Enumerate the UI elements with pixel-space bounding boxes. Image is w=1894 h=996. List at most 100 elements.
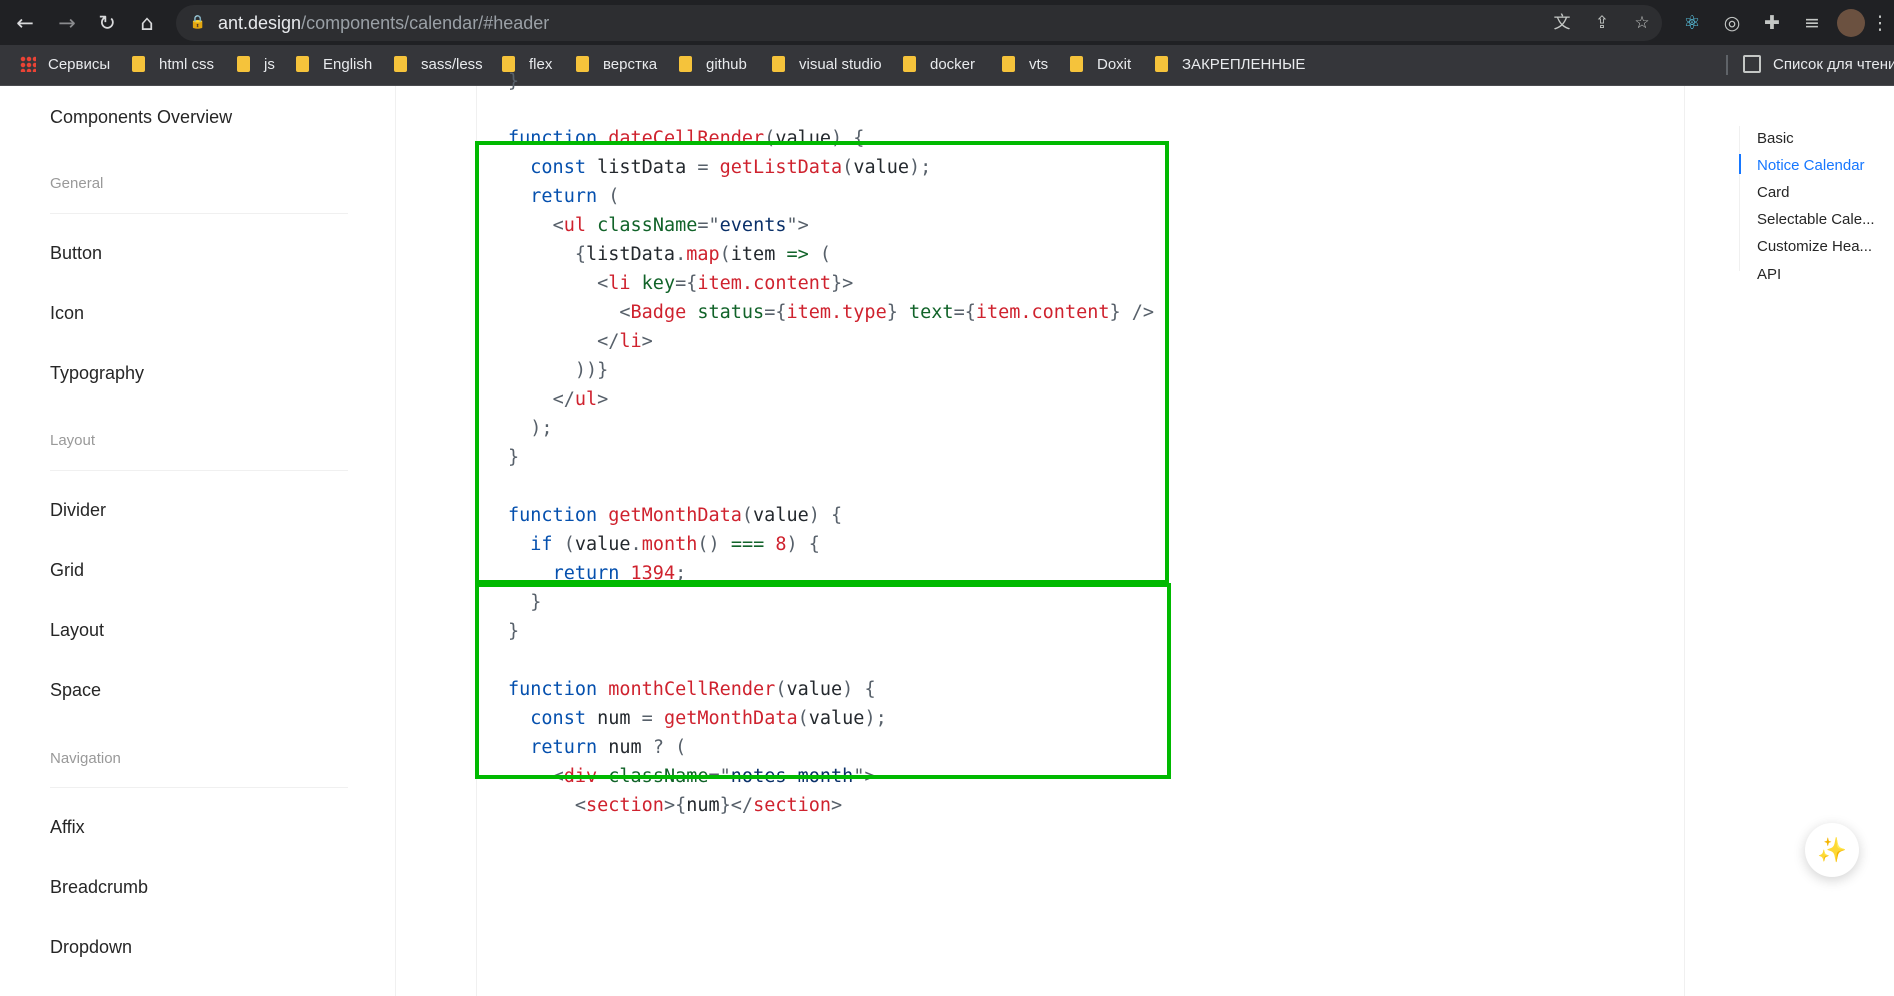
bookmark-label: ЗАКРЕПЛЕННЫЕ bbox=[1182, 56, 1306, 73]
bookmark-apps[interactable]: Сервисы bbox=[20, 45, 110, 85]
code-token: } bbox=[508, 71, 520, 92]
menu-item-grid[interactable]: Grid bbox=[50, 560, 84, 581]
menu-group-general: General bbox=[50, 175, 104, 192]
bookmark-folder[interactable]: верстка bbox=[576, 45, 657, 85]
toc-rail bbox=[1739, 126, 1740, 271]
folder-icon bbox=[903, 56, 916, 73]
menu-item-space[interactable]: Space bbox=[50, 680, 101, 701]
toc-item-notice-calendar[interactable]: Notice Calendar bbox=[1757, 157, 1865, 174]
reload-icon[interactable]: ↻ bbox=[92, 8, 122, 38]
reading-list-icon bbox=[1743, 55, 1761, 74]
highlight-box bbox=[475, 583, 1171, 779]
folder-icon bbox=[132, 56, 145, 73]
toc-item-card[interactable]: Card bbox=[1757, 184, 1790, 201]
bookmark-folder[interactable]: ЗАКРЕПЛЕННЫЕ bbox=[1155, 45, 1305, 85]
menu-item-icon[interactable]: Icon bbox=[50, 303, 84, 324]
reading-list-label: Список для чтения bbox=[1773, 56, 1894, 73]
toc-active-indicator bbox=[1739, 154, 1741, 174]
browser-toolbar: ← → ↻ ⌂ 🔒 ant.design/components/calendar… bbox=[0, 0, 1894, 45]
chrome-menu-icon[interactable]: ⋮ bbox=[1870, 8, 1890, 38]
menu-item-button[interactable]: Button bbox=[50, 243, 102, 264]
menu-divider bbox=[50, 787, 348, 788]
bookmark-folder[interactable]: sass/less bbox=[394, 45, 483, 85]
folder-icon bbox=[1070, 56, 1083, 73]
extensions-puzzle-icon[interactable]: ✚ bbox=[1757, 8, 1787, 38]
table-of-contents: Basic Notice Calendar Card Selectable Ca… bbox=[1739, 86, 1894, 586]
code-token: num bbox=[686, 795, 720, 816]
bookmark-label: English bbox=[323, 56, 373, 73]
code-token: < bbox=[574, 795, 586, 816]
menu-item-typography[interactable]: Typography bbox=[50, 363, 144, 384]
menu-divider bbox=[50, 213, 348, 214]
code-token: >{ bbox=[663, 795, 687, 816]
folder-icon bbox=[1002, 56, 1015, 73]
bookmark-folder[interactable]: Doxit bbox=[1070, 45, 1131, 85]
menu-item-layout[interactable]: Layout bbox=[50, 620, 104, 641]
bookmark-folder[interactable]: English bbox=[296, 45, 372, 85]
menu-group-navigation: Navigation bbox=[50, 750, 121, 767]
menu-item-divider[interactable]: Divider bbox=[50, 500, 106, 521]
highlight-box bbox=[475, 141, 1169, 584]
folder-icon bbox=[772, 56, 785, 73]
profile-avatar[interactable] bbox=[1837, 9, 1865, 37]
bookmark-label: github bbox=[706, 56, 747, 73]
lock-icon[interactable]: 🔒 bbox=[184, 9, 212, 37]
bookmark-label: Сервисы bbox=[48, 56, 111, 73]
bookmarks-separator bbox=[1726, 55, 1728, 75]
magic-wand-icon: ✨ bbox=[1817, 836, 1847, 864]
toc-item-customize-header[interactable]: Customize Hea... bbox=[1757, 238, 1872, 255]
bookmark-label: sass/less bbox=[421, 56, 483, 73]
menu-item-dropdown[interactable]: Dropdown bbox=[50, 937, 132, 958]
reading-list[interactable]: Список для чтения bbox=[1743, 45, 1894, 85]
menu-divider bbox=[50, 470, 348, 471]
folder-icon bbox=[1155, 56, 1168, 73]
code-token: }</ bbox=[719, 795, 754, 816]
bookmark-folder[interactable]: docker bbox=[903, 45, 975, 85]
folder-icon bbox=[394, 56, 407, 73]
url-host: ant.design bbox=[218, 13, 302, 33]
forward-icon[interactable]: → bbox=[52, 8, 82, 38]
toc-item-selectable-calendar[interactable]: Selectable Cale... bbox=[1757, 211, 1875, 228]
bookmark-label: Doxit bbox=[1097, 56, 1132, 73]
bookmark-label: docker bbox=[930, 56, 976, 73]
bookmark-label: vts bbox=[1029, 56, 1049, 73]
bookmark-label: visual studio bbox=[799, 56, 882, 73]
back-icon[interactable]: ← bbox=[10, 8, 40, 38]
share-icon[interactable]: ⇪ bbox=[1588, 9, 1616, 37]
bookmark-folder[interactable]: vts bbox=[1002, 45, 1048, 85]
url-text[interactable]: ant.design/components/calendar/#header bbox=[218, 5, 549, 41]
component-nav-sidebar: Components Overview General Button Icon … bbox=[0, 86, 396, 996]
bookmark-folder[interactable]: visual studio bbox=[772, 45, 882, 85]
bookmark-label: js bbox=[264, 56, 275, 73]
code-line: } bbox=[508, 71, 519, 93]
bookmark-folder[interactable]: github bbox=[679, 45, 747, 85]
folder-icon bbox=[502, 56, 515, 73]
bookmark-folder[interactable]: js bbox=[237, 45, 275, 85]
folder-icon bbox=[296, 56, 309, 73]
magic-wand-button[interactable]: ✨ bbox=[1805, 823, 1859, 877]
bookmark-label: html css bbox=[159, 56, 215, 73]
url-path: /components/calendar/#header bbox=[301, 13, 550, 33]
bookmark-label: flex bbox=[529, 56, 553, 73]
code-token: section bbox=[585, 795, 664, 816]
folder-icon bbox=[576, 56, 589, 73]
code-token: section bbox=[753, 795, 832, 816]
address-bar[interactable]: 🔒 ant.design/components/calendar/#header… bbox=[176, 5, 1662, 41]
home-icon[interactable]: ⌂ bbox=[132, 8, 162, 38]
menu-item-components-overview[interactable]: Components Overview bbox=[50, 107, 232, 128]
menu-item-breadcrumb[interactable]: Breadcrumb bbox=[50, 877, 148, 898]
media-playlist-icon[interactable]: ≡ bbox=[1797, 8, 1827, 38]
translate-icon[interactable]: 文 bbox=[1548, 9, 1576, 37]
record-extension-icon[interactable]: ◎ bbox=[1717, 8, 1747, 38]
react-devtools-icon[interactable]: ⚛ bbox=[1677, 8, 1707, 38]
bookmark-folder[interactable]: html css bbox=[132, 45, 214, 85]
folder-icon bbox=[237, 56, 250, 73]
code-line: <section>{num}</section> bbox=[508, 795, 842, 817]
toc-item-api[interactable]: API bbox=[1757, 266, 1781, 283]
bookmark-star-icon[interactable]: ☆ bbox=[1628, 9, 1656, 37]
menu-group-layout: Layout bbox=[50, 432, 96, 449]
menu-item-affix[interactable]: Affix bbox=[50, 817, 85, 838]
toc-item-basic[interactable]: Basic bbox=[1757, 130, 1794, 147]
folder-icon bbox=[679, 56, 692, 73]
